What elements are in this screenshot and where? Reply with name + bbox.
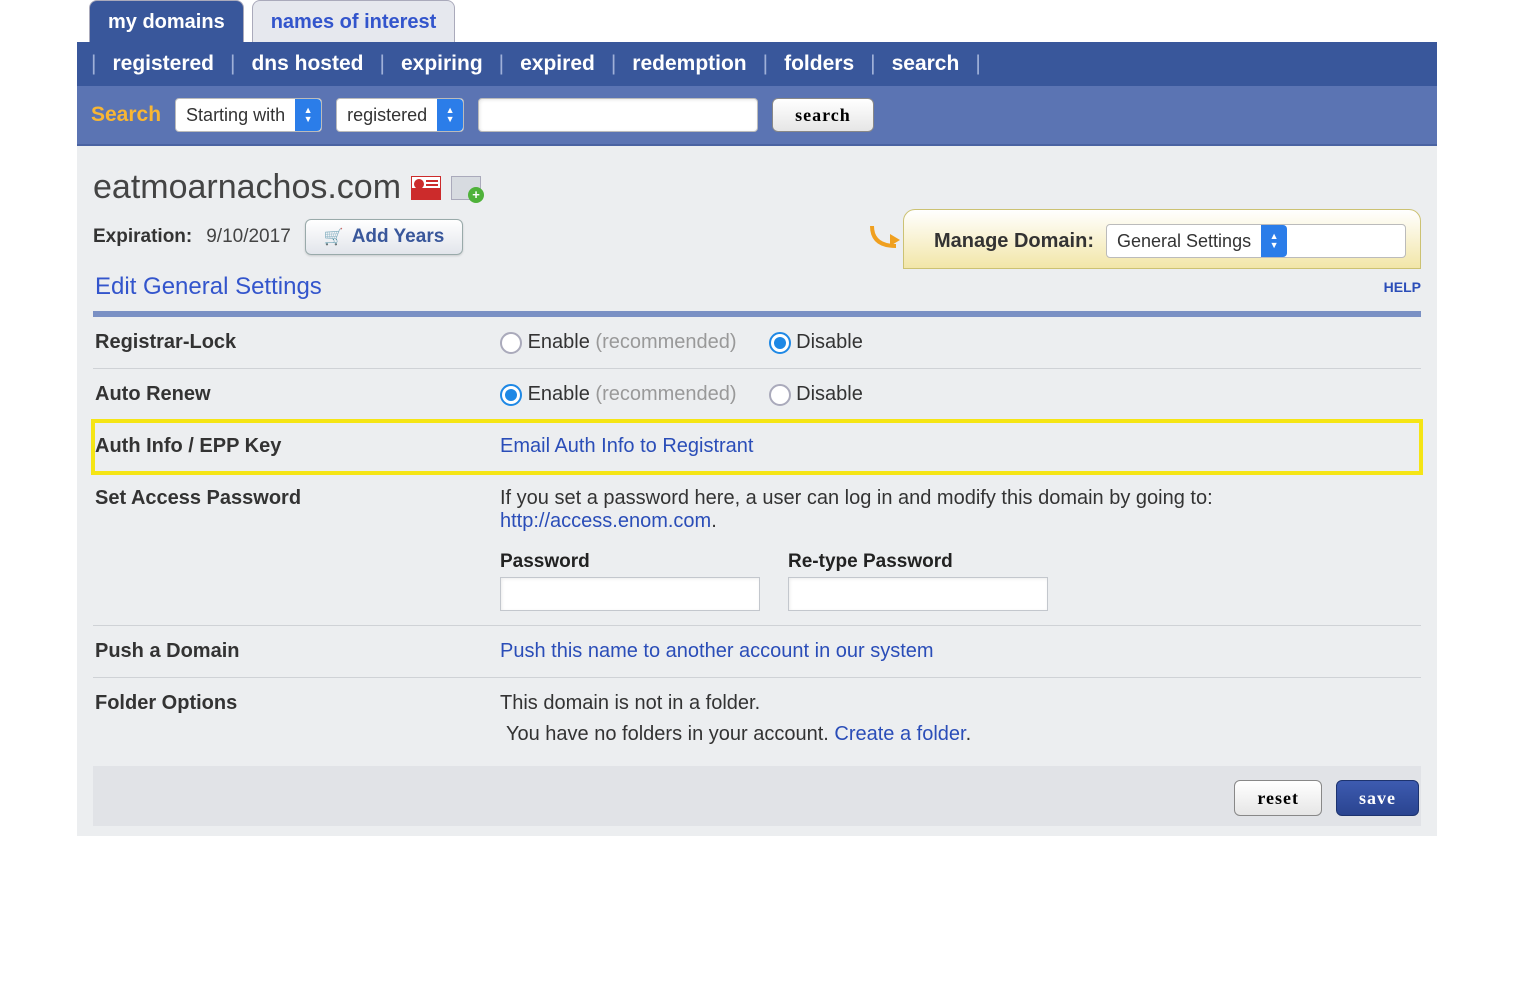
- folder-status-text: This domain is not in a folder.: [500, 692, 1421, 715]
- email-auth-info-link[interactable]: Email Auth Info to Registrant: [500, 435, 753, 457]
- push-domain-label: Push a Domain: [95, 640, 490, 663]
- row-auto-renew: Auto Renew Enable (recommended) Disable: [93, 369, 1421, 421]
- expiration-date: 9/10/2017: [206, 226, 291, 248]
- auto-renew-label: Auto Renew: [95, 383, 490, 406]
- row-access-password: Set Access Password If you set a passwor…: [93, 473, 1421, 626]
- search-input[interactable]: [478, 98, 758, 132]
- search-label: Search: [91, 103, 161, 127]
- nav-search[interactable]: search: [892, 52, 960, 76]
- access-password-desc: If you set a password here, a user can l…: [500, 487, 1213, 509]
- auto-renew-disable-radio[interactable]: [769, 384, 791, 406]
- section-title: Edit General Settings: [95, 273, 322, 301]
- manage-domain-select[interactable]: General Settings ▲▼: [1106, 224, 1406, 258]
- sub-nav: | registered | dns hosted | expiring | e…: [77, 42, 1437, 86]
- cart-icon: [324, 226, 344, 248]
- domain-name: eatmoarnachos.com: [93, 168, 401, 207]
- reset-button[interactable]: reset: [1234, 780, 1322, 816]
- access-url-link[interactable]: http://access.enom.com: [500, 510, 711, 532]
- top-tabs: my domains names of interest: [77, 0, 1437, 42]
- search-mode-select[interactable]: Starting with ▲▼: [175, 98, 322, 132]
- tab-my-domains[interactable]: my domains: [89, 0, 244, 42]
- chevron-updown-icon: ▲▼: [437, 99, 463, 131]
- retype-password-label: Re-type Password: [788, 551, 1048, 573]
- add-years-button[interactable]: Add Years: [305, 219, 464, 255]
- save-button[interactable]: save: [1336, 780, 1419, 816]
- nav-redemption[interactable]: redemption: [632, 52, 746, 76]
- nav-dns-hosted[interactable]: dns hosted: [251, 52, 363, 76]
- auth-info-label: Auth Info / EPP Key: [95, 435, 490, 458]
- manage-domain-label: Manage Domain:: [934, 230, 1094, 253]
- chevron-updown-icon: ▲▼: [1261, 225, 1287, 257]
- push-domain-link[interactable]: Push this name to another account in our…: [500, 640, 934, 662]
- folder-empty-text: You have no folders in your account.: [506, 723, 834, 745]
- footer-actions: reset save: [93, 766, 1421, 826]
- nav-folders[interactable]: folders: [784, 52, 854, 76]
- search-bar: Search Starting with ▲▼ registered ▲▼ se…: [77, 86, 1437, 146]
- chevron-updown-icon: ▲▼: [295, 99, 321, 131]
- registrar-lock-label: Registrar-Lock: [95, 331, 490, 354]
- row-auth-info: Auth Info / EPP Key Email Auth Info to R…: [93, 421, 1421, 473]
- expiration-label: Expiration:: [93, 226, 192, 248]
- access-password-label: Set Access Password: [95, 487, 490, 510]
- nav-registered[interactable]: registered: [112, 52, 214, 76]
- row-push-domain: Push a Domain Push this name to another …: [93, 626, 1421, 678]
- help-link[interactable]: HELP: [1384, 279, 1421, 295]
- auto-renew-enable-radio[interactable]: [500, 384, 522, 406]
- row-registrar-lock: Registrar-Lock Enable (recommended) Disa…: [93, 317, 1421, 369]
- password-label: Password: [500, 551, 760, 573]
- domain-title: eatmoarnachos.com: [93, 168, 1421, 207]
- create-folder-link[interactable]: Create a folder: [834, 723, 965, 745]
- row-folder-options: Folder Options This domain is not in a f…: [93, 678, 1421, 760]
- nav-expiring[interactable]: expiring: [401, 52, 483, 76]
- folder-options-label: Folder Options: [95, 692, 490, 715]
- manage-domain-panel: Manage Domain: General Settings ▲▼: [903, 209, 1421, 269]
- add-card-icon[interactable]: [451, 176, 481, 200]
- id-card-icon[interactable]: [411, 176, 441, 200]
- search-button[interactable]: search: [772, 98, 874, 132]
- registrar-lock-enable-radio[interactable]: [500, 332, 522, 354]
- password-input[interactable]: [500, 577, 760, 611]
- arrow-curve-icon: [870, 224, 902, 250]
- registrar-lock-disable-radio[interactable]: [769, 332, 791, 354]
- nav-expired[interactable]: expired: [520, 52, 595, 76]
- retype-password-input[interactable]: [788, 577, 1048, 611]
- search-scope-select[interactable]: registered ▲▼: [336, 98, 464, 132]
- tab-names-of-interest[interactable]: names of interest: [252, 0, 456, 42]
